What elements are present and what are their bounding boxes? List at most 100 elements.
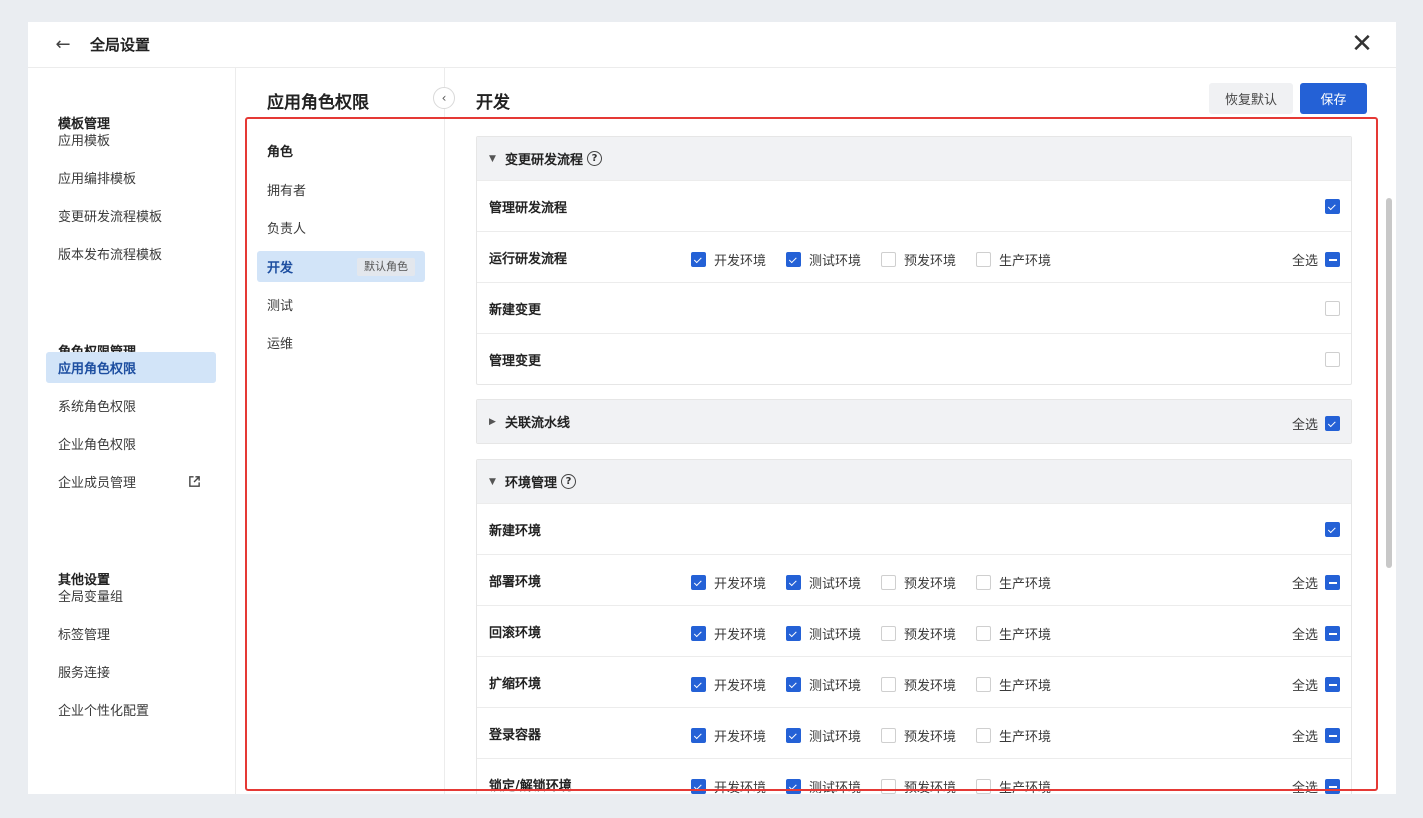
nav-item-change-flow-template[interactable]: 变更研发流程模板: [46, 200, 216, 231]
env-option[interactable]: 预发环境: [881, 726, 956, 745]
back-arrow-icon[interactable]: ←: [50, 31, 76, 57]
env-option[interactable]: 生产环境: [976, 675, 1051, 694]
nav-item-service-connections[interactable]: 服务连接: [46, 656, 216, 687]
role-item-owner[interactable]: 拥有者: [257, 174, 425, 205]
checkbox[interactable]: [691, 677, 706, 692]
role-item-ops[interactable]: 运维: [257, 327, 425, 358]
collapse-chevron-icon[interactable]: ‹: [433, 87, 455, 109]
checkbox[interactable]: [691, 626, 706, 641]
caret-down-icon[interactable]: ▼: [489, 477, 505, 487]
env-option[interactable]: 预发环境: [881, 675, 956, 694]
role-item-developer[interactable]: 开发 默认角色: [257, 251, 425, 282]
checkbox[interactable]: [1325, 728, 1340, 743]
nav-item-org-personalization[interactable]: 企业个性化配置: [46, 694, 216, 725]
env-option[interactable]: 开发环境: [691, 624, 766, 643]
checkbox[interactable]: [1325, 352, 1340, 367]
env-option[interactable]: 生产环境: [976, 573, 1051, 592]
save-button[interactable]: 保存: [1300, 83, 1367, 114]
caret-down-icon[interactable]: ▼: [489, 154, 505, 164]
checkbox[interactable]: [691, 779, 706, 794]
select-all-toggle[interactable]: 全选: [1292, 573, 1340, 592]
select-all-label: 全选: [1291, 577, 1318, 592]
env-option[interactable]: 开发环境: [691, 573, 766, 592]
env-option[interactable]: 生产环境: [976, 726, 1051, 745]
nav-item-tags[interactable]: 标签管理: [46, 618, 216, 649]
select-all-toggle[interactable]: 全选: [1292, 250, 1340, 269]
env-option[interactable]: 预发环境: [881, 250, 956, 269]
select-all-toggle[interactable]: 全选: [1292, 624, 1340, 643]
env-option[interactable]: 测试环境: [786, 250, 861, 269]
checkbox[interactable]: [881, 626, 896, 641]
env-option[interactable]: 开发环境: [691, 726, 766, 745]
checkbox[interactable]: [976, 779, 991, 794]
env-option[interactable]: 开发环境: [691, 675, 766, 694]
nav-item-global-variables[interactable]: 全局变量组: [46, 580, 216, 611]
select-all-toggle[interactable]: 全选: [1292, 726, 1340, 745]
env-option[interactable]: 测试环境: [786, 777, 861, 794]
role-item-manager[interactable]: 负责人: [257, 212, 425, 243]
checkbox[interactable]: [691, 575, 706, 590]
env-option[interactable]: 测试环境: [786, 675, 861, 694]
section-header[interactable]: ▼ 环境管理?: [477, 460, 1351, 503]
env-option[interactable]: 开发环境: [691, 250, 766, 269]
nav-item-system-role-permissions[interactable]: 系统角色权限: [46, 390, 216, 421]
select-all-toggle[interactable]: 全选: [1292, 675, 1340, 694]
checkbox[interactable]: [1325, 677, 1340, 692]
checkbox[interactable]: [976, 575, 991, 590]
checkbox[interactable]: [1325, 626, 1340, 641]
nav-item-release-flow-template[interactable]: 版本发布流程模板: [46, 238, 216, 269]
checkbox[interactable]: [976, 728, 991, 743]
checkbox[interactable]: [786, 677, 801, 692]
section-header[interactable]: ▶ 关联流水线 全选: [477, 400, 1351, 443]
nav-item-app-orchestration-template[interactable]: 应用编排模板: [46, 162, 216, 193]
checkbox[interactable]: [786, 728, 801, 743]
env-option[interactable]: 生产环境: [976, 777, 1051, 794]
checkbox[interactable]: [881, 779, 896, 794]
select-all-toggle[interactable]: 全选: [1292, 414, 1340, 433]
caret-right-icon[interactable]: ▶: [489, 417, 505, 427]
nav-item-app-role-permissions[interactable]: 应用角色权限: [46, 352, 216, 383]
help-icon[interactable]: ?: [587, 151, 603, 166]
section-header[interactable]: ▼ 变更研发流程?: [477, 137, 1351, 180]
env-option[interactable]: 预发环境: [881, 624, 956, 643]
checkbox[interactable]: [1325, 416, 1340, 431]
nav-item-app-template[interactable]: 应用模板: [46, 124, 216, 155]
nav-item-org-members[interactable]: 企业成员管理: [46, 466, 216, 497]
checkbox[interactable]: [881, 728, 896, 743]
checkbox[interactable]: [881, 575, 896, 590]
checkbox[interactable]: [976, 677, 991, 692]
checkbox[interactable]: [786, 575, 801, 590]
checkbox[interactable]: [1325, 199, 1340, 214]
checkbox[interactable]: [691, 252, 706, 267]
checkbox[interactable]: [1325, 779, 1340, 794]
role-item-tester[interactable]: 测试: [257, 289, 425, 320]
select-all-toggle[interactable]: 全选: [1292, 777, 1340, 794]
checkbox[interactable]: [691, 728, 706, 743]
env-option[interactable]: 生产环境: [976, 250, 1051, 269]
nav-item-org-role-permissions[interactable]: 企业角色权限: [46, 428, 216, 459]
checkbox[interactable]: [786, 252, 801, 267]
checkbox[interactable]: [786, 626, 801, 641]
env-option[interactable]: 预发环境: [881, 777, 956, 794]
env-option[interactable]: 测试环境: [786, 726, 861, 745]
env-option[interactable]: 测试环境: [786, 573, 861, 592]
env-option[interactable]: 测试环境: [786, 624, 861, 643]
checkbox[interactable]: [1325, 252, 1340, 267]
restore-defaults-button[interactable]: 恢复默认: [1209, 83, 1293, 114]
close-icon[interactable]: ✕: [1348, 29, 1376, 59]
checkbox[interactable]: [881, 252, 896, 267]
env-option[interactable]: 生产环境: [976, 624, 1051, 643]
checkbox[interactable]: [881, 677, 896, 692]
env-option[interactable]: 预发环境: [881, 573, 956, 592]
checkbox[interactable]: [786, 779, 801, 794]
env-option[interactable]: 开发环境: [691, 777, 766, 794]
help-icon[interactable]: ?: [561, 474, 577, 489]
env-option-label: 开发环境: [714, 254, 767, 269]
env-option-label: 生产环境: [999, 781, 1052, 794]
checkbox[interactable]: [976, 252, 991, 267]
checkbox[interactable]: [1325, 301, 1340, 316]
checkbox[interactable]: [1325, 522, 1340, 537]
checkbox[interactable]: [976, 626, 991, 641]
scrollbar[interactable]: [1386, 198, 1392, 568]
checkbox[interactable]: [1325, 575, 1340, 590]
